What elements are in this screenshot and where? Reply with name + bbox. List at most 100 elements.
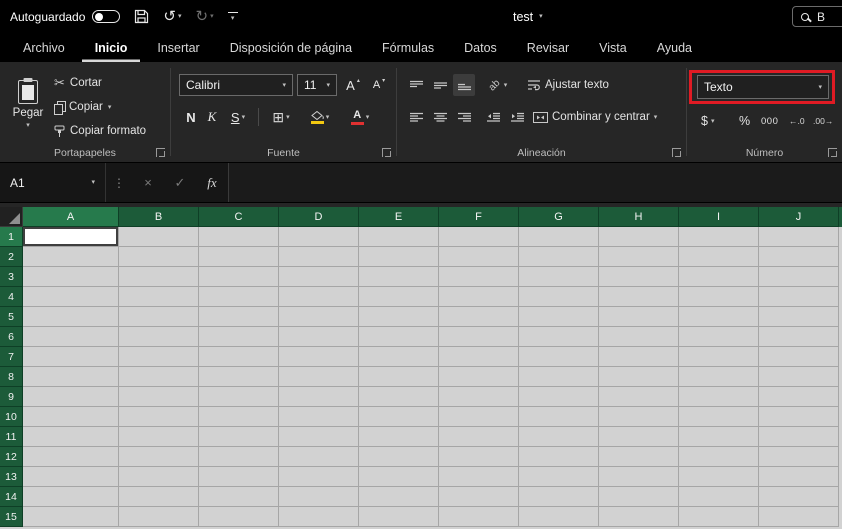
format-painter-button[interactable]: Copiar formato bbox=[54, 120, 146, 142]
cell-I12[interactable] bbox=[679, 447, 759, 467]
cell-B13[interactable] bbox=[119, 467, 199, 487]
cell-A4[interactable] bbox=[23, 287, 119, 307]
cell-A1[interactable] bbox=[23, 227, 119, 247]
cell-C8[interactable] bbox=[199, 367, 279, 387]
cell-J6[interactable] bbox=[759, 327, 839, 347]
cell-I6[interactable] bbox=[679, 327, 759, 347]
cell-I10[interactable] bbox=[679, 407, 759, 427]
cell-J8[interactable] bbox=[759, 367, 839, 387]
cell-F4[interactable] bbox=[439, 287, 519, 307]
quick-access-toolbar-menu[interactable]: ▾ bbox=[227, 11, 238, 22]
cell-B6[interactable] bbox=[119, 327, 199, 347]
cell-D7[interactable] bbox=[279, 347, 359, 367]
cell-H10[interactable] bbox=[599, 407, 679, 427]
row-header-7[interactable]: 7 bbox=[0, 347, 23, 367]
cell-E10[interactable] bbox=[359, 407, 439, 427]
cell-F12[interactable] bbox=[439, 447, 519, 467]
column-header-A[interactable]: A bbox=[23, 207, 119, 227]
row-header-2[interactable]: 2 bbox=[0, 247, 23, 267]
merge-center-button[interactable]: Combinar y centrar ▾ bbox=[533, 106, 657, 128]
tab-inicio[interactable]: Inicio bbox=[82, 33, 141, 62]
dialog-launcher-numero[interactable] bbox=[828, 148, 837, 157]
cell-B15[interactable] bbox=[119, 507, 199, 527]
cell-D6[interactable] bbox=[279, 327, 359, 347]
cell-G11[interactable] bbox=[519, 427, 599, 447]
cell-C9[interactable] bbox=[199, 387, 279, 407]
cut-button[interactable]: ✂ Cortar bbox=[54, 72, 102, 94]
cell-J11[interactable] bbox=[759, 427, 839, 447]
cell-I15[interactable] bbox=[679, 507, 759, 527]
align-right-button[interactable] bbox=[453, 106, 475, 128]
column-header-D[interactable]: D bbox=[279, 207, 359, 227]
cell-G15[interactable] bbox=[519, 507, 599, 527]
cell-G6[interactable] bbox=[519, 327, 599, 347]
cell-I13[interactable] bbox=[679, 467, 759, 487]
cell-B14[interactable] bbox=[119, 487, 199, 507]
cell-B1[interactable] bbox=[119, 227, 199, 247]
cell-H5[interactable] bbox=[599, 307, 679, 327]
tab-archivo[interactable]: Archivo bbox=[10, 33, 78, 62]
cell-D3[interactable] bbox=[279, 267, 359, 287]
cell-G4[interactable] bbox=[519, 287, 599, 307]
cell-E15[interactable] bbox=[359, 507, 439, 527]
save-button[interactable] bbox=[134, 9, 149, 24]
align-bottom-button[interactable] bbox=[453, 74, 475, 96]
underline-button[interactable]: S ▾ bbox=[223, 106, 253, 128]
cell-D4[interactable] bbox=[279, 287, 359, 307]
cell-F3[interactable] bbox=[439, 267, 519, 287]
cell-J1[interactable] bbox=[759, 227, 839, 247]
row-header-8[interactable]: 8 bbox=[0, 367, 23, 387]
cell-G13[interactable] bbox=[519, 467, 599, 487]
cell-F15[interactable] bbox=[439, 507, 519, 527]
cell-D8[interactable] bbox=[279, 367, 359, 387]
cell-F11[interactable] bbox=[439, 427, 519, 447]
increase-indent-button[interactable] bbox=[505, 106, 529, 128]
cell-A2[interactable] bbox=[23, 247, 119, 267]
cell-C2[interactable] bbox=[199, 247, 279, 267]
dialog-launcher-alineacion[interactable] bbox=[672, 148, 681, 157]
align-left-button[interactable] bbox=[405, 106, 427, 128]
column-header-J[interactable]: J bbox=[759, 207, 839, 227]
increase-decimal-button[interactable]: ←.0 bbox=[789, 110, 805, 132]
cell-G9[interactable] bbox=[519, 387, 599, 407]
cell-H9[interactable] bbox=[599, 387, 679, 407]
cell-J7[interactable] bbox=[759, 347, 839, 367]
number-format-combobox[interactable]: Texto ▾ bbox=[697, 75, 829, 99]
cell-F10[interactable] bbox=[439, 407, 519, 427]
cell-E6[interactable] bbox=[359, 327, 439, 347]
column-header-B[interactable]: B bbox=[119, 207, 199, 227]
cell-B12[interactable] bbox=[119, 447, 199, 467]
redo-button[interactable]: ↻ ▾ bbox=[196, 9, 214, 24]
cell-A15[interactable] bbox=[23, 507, 119, 527]
decrease-font-size-button[interactable]: A ▾ bbox=[367, 74, 391, 96]
cell-J15[interactable] bbox=[759, 507, 839, 527]
cell-E5[interactable] bbox=[359, 307, 439, 327]
cell-I2[interactable] bbox=[679, 247, 759, 267]
column-header-F[interactable]: F bbox=[439, 207, 519, 227]
cell-I4[interactable] bbox=[679, 287, 759, 307]
row-header-9[interactable]: 9 bbox=[0, 387, 23, 407]
column-header-C[interactable]: C bbox=[199, 207, 279, 227]
tab-insertar[interactable]: Insertar bbox=[144, 33, 212, 62]
cell-F6[interactable] bbox=[439, 327, 519, 347]
cell-G12[interactable] bbox=[519, 447, 599, 467]
cell-A5[interactable] bbox=[23, 307, 119, 327]
tab-revisar[interactable]: Revisar bbox=[514, 33, 582, 62]
row-header-6[interactable]: 6 bbox=[0, 327, 23, 347]
cell-B8[interactable] bbox=[119, 367, 199, 387]
dialog-launcher-fuente[interactable] bbox=[382, 148, 391, 157]
cell-C11[interactable] bbox=[199, 427, 279, 447]
cell-D15[interactable] bbox=[279, 507, 359, 527]
cell-H15[interactable] bbox=[599, 507, 679, 527]
cancel-button[interactable]: × bbox=[132, 163, 164, 202]
paste-button[interactable]: Pegar ▾ bbox=[6, 67, 50, 141]
borders-button[interactable]: ⊞ ▾ bbox=[265, 106, 297, 128]
decrease-decimal-button[interactable]: .00→ bbox=[813, 110, 833, 132]
cell-J10[interactable] bbox=[759, 407, 839, 427]
row-header-1[interactable]: 1 bbox=[0, 227, 23, 247]
cell-G10[interactable] bbox=[519, 407, 599, 427]
enter-button[interactable]: ✓ bbox=[164, 163, 196, 202]
cell-D11[interactable] bbox=[279, 427, 359, 447]
cell-F13[interactable] bbox=[439, 467, 519, 487]
formula-input[interactable] bbox=[228, 163, 842, 202]
